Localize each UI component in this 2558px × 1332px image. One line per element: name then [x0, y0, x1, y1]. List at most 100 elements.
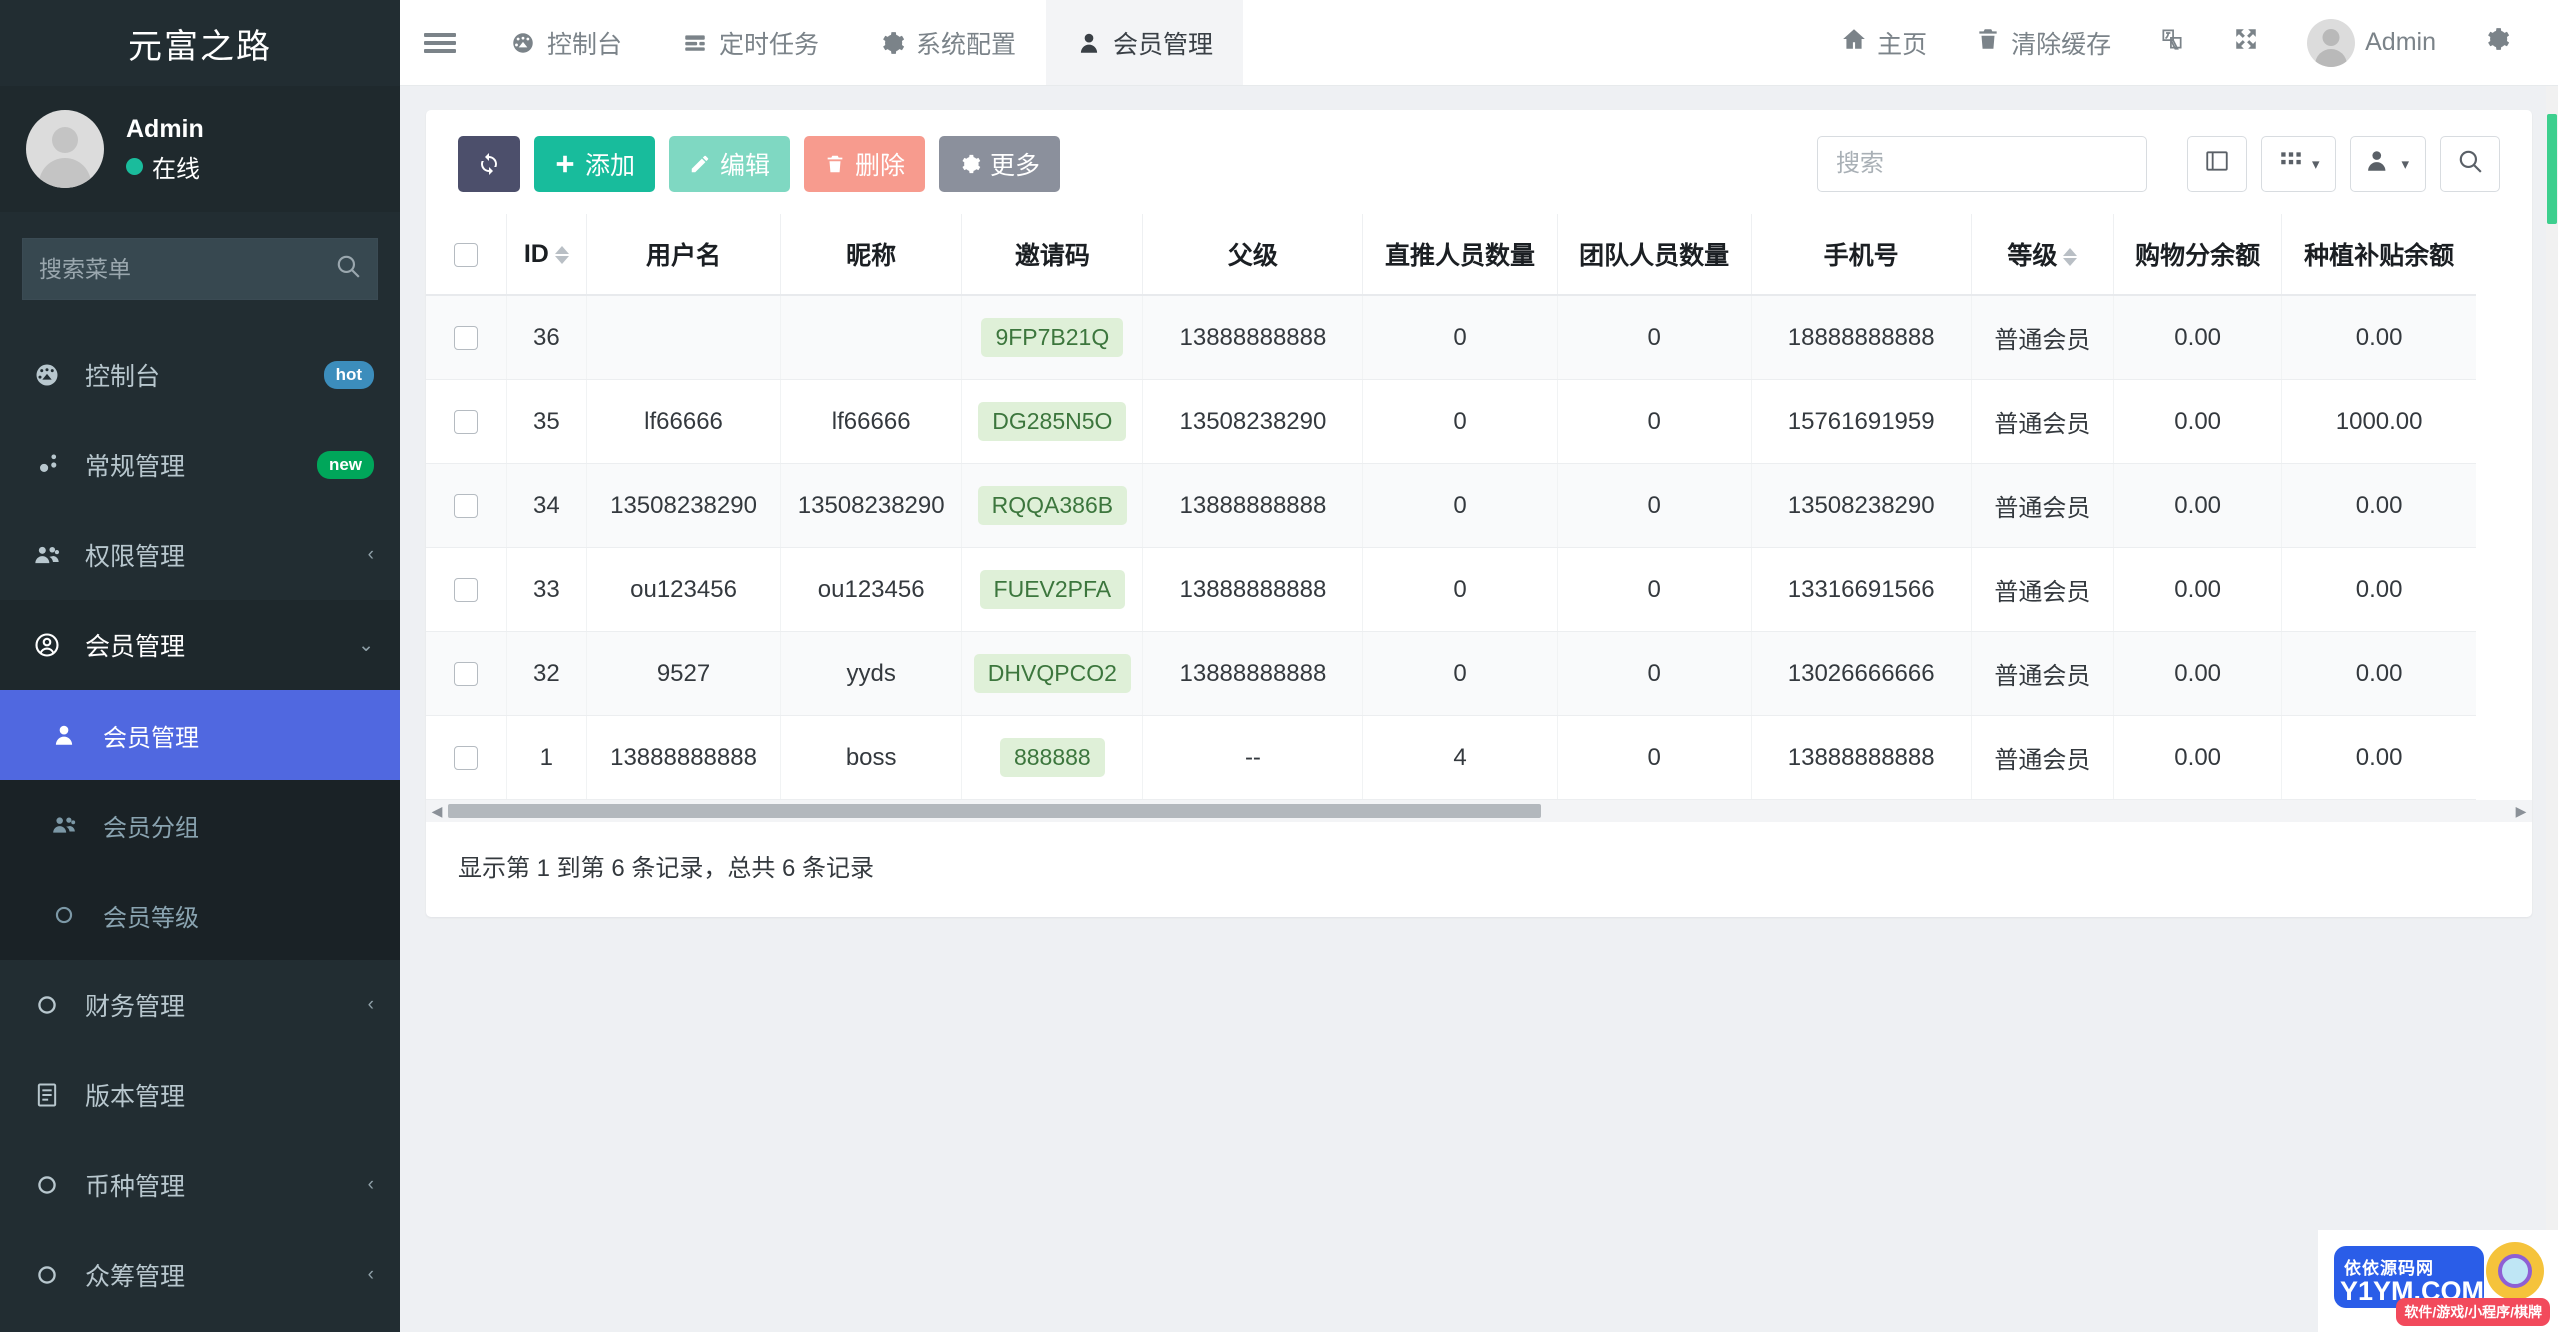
scroll-left-arrow-icon[interactable]: ◀ [426, 803, 448, 820]
row-checkbox-cell [426, 547, 507, 632]
sidebar-item-10[interactable]: 众筹管理 ‹ [0, 1230, 400, 1320]
topbar-tabs: 控制台 定时任务 系统配置 会员管理 [480, 0, 1244, 85]
brand-title: 元富之路 [0, 0, 400, 86]
add-button[interactable]: 添加 [534, 136, 656, 192]
member-table-card: 添加 编辑 删除 更多 搜索 ▾ ▾ ID 用户名 昵称 邀请码 父级 直推人员… [426, 110, 2532, 917]
sidebar-item-3[interactable]: 会员管理 ⌄ [0, 600, 400, 690]
table-row[interactable]: 33 ou123456 ou123456 FUEV2PFA 13888888888 0 0 1… [426, 547, 2476, 632]
dashboard-icon [510, 30, 536, 56]
tab-2[interactable]: 系统配置 [849, 0, 1046, 85]
topbar-action-1[interactable]: 清除缓存 [1953, 0, 2133, 86]
cell-nickname: ou123456 [780, 547, 963, 632]
menu-search[interactable] [22, 238, 378, 300]
table-header-phone: 手机号 [1751, 214, 1972, 296]
table-header-label: 用户名 [646, 242, 722, 270]
sidebar-item-9[interactable]: 币种管理 ‹ [0, 1140, 400, 1230]
scroll-track[interactable] [448, 804, 2510, 818]
topbar-action-0[interactable]: 主页 [1819, 0, 1949, 86]
sidebar-item-2[interactable]: 权限管理 ‹ [0, 510, 400, 600]
table-row[interactable]: 1 13888888888 boss 888888 -- 4 0 13888888888 普通会… [426, 715, 2476, 800]
select-all-checkbox[interactable] [453, 242, 478, 267]
table-row[interactable]: 36 9FP7B21Q 13888888888 0 0 18888888888 普通会员 0.… [426, 295, 2476, 380]
cell-level: 普通会员 [1971, 463, 2115, 548]
topbar-action-2[interactable] [2137, 0, 2207, 86]
sidebar-user-status-label: 在线 [152, 156, 200, 184]
sidebar-arrow-icon: ‹ [367, 994, 374, 1015]
row-checkbox[interactable] [453, 410, 478, 435]
list-icon [2204, 148, 2230, 181]
sidebar-item-11[interactable]: 文章管理 [0, 1320, 400, 1332]
row-checkbox[interactable] [453, 746, 478, 771]
sidebar-user-panel: Admin 在线 [0, 86, 400, 212]
cell-invite: 9FP7B21Q [961, 295, 1144, 380]
row-checkbox[interactable] [453, 662, 478, 687]
sidebar-item-8[interactable]: 版本管理 [0, 1050, 400, 1140]
content-area: 控制台 定时任务 系统配置 会员管理 主页 清除缓存 Admin 添加 编辑 删… [400, 0, 2558, 1332]
cell-direct: 0 [1362, 379, 1558, 464]
add-button-label: 添加 [585, 152, 636, 180]
scroll-right-arrow-icon[interactable]: ▶ [2510, 803, 2532, 820]
row-checkbox[interactable] [453, 578, 478, 603]
cell-plant_balance: 0.00 [2281, 631, 2476, 716]
sidebar-item-0[interactable]: 控制台 hot [0, 330, 400, 420]
sort-icon[interactable] [554, 245, 569, 264]
file-icon [33, 1081, 71, 1109]
export-button[interactable]: ▾ [2350, 136, 2426, 192]
user-icon [51, 722, 89, 748]
table-row[interactable]: 35 lf66666 lf66666 DG285N5O 13508238290 0 0 157… [426, 379, 2476, 464]
cell-invite: FUEV2PFA [961, 547, 1144, 632]
edit-button[interactable]: 编辑 [669, 136, 791, 192]
sidebar-item-label: 会员管理 [103, 724, 199, 752]
tab-0[interactable]: 控制台 [480, 0, 652, 85]
refresh-button[interactable] [458, 136, 520, 192]
sidebar-badge: new [316, 451, 374, 479]
topbar-action-label: Admin [2365, 28, 2436, 56]
table-horizontal-scrollbar[interactable]: ◀ ▶ [426, 800, 2532, 822]
delete-button[interactable]: 删除 [804, 136, 926, 192]
tab-3[interactable]: 会员管理 [1046, 0, 1244, 85]
hamburger-menu-icon[interactable] [400, 0, 480, 85]
menu-search-input[interactable] [39, 255, 335, 283]
search-button[interactable] [2440, 136, 2500, 192]
table-header-level[interactable]: 等级 [1971, 214, 2115, 296]
sidebar-item-5[interactable]: 会员分组 [0, 780, 400, 870]
columns-toggle-button[interactable] [2186, 136, 2247, 192]
sidebar-item-4[interactable]: 会员管理 [0, 690, 400, 780]
sidebar-item-7[interactable]: 财务管理 ‹ [0, 960, 400, 1050]
sidebar-item-label: 财务管理 [85, 993, 186, 1021]
app-root: 元富之路 Admin 在线 控制台hot常规管理new权限管理‹会员管理⌄ 会员管… [0, 0, 2558, 1332]
search-input[interactable] [1816, 136, 2147, 192]
page-scroll-thumb[interactable] [2547, 114, 2557, 224]
cell-shop_balance: 0.00 [2113, 715, 2283, 800]
cell-level: 普通会员 [1971, 631, 2115, 716]
table-header-shop_balance: 购物分余额 [2113, 214, 2283, 296]
grid-view-button[interactable]: ▾ [2260, 136, 2337, 192]
cell-nickname: 13508238290 [780, 463, 963, 548]
sidebar-scrollbar[interactable] [392, 0, 400, 1332]
cell-shop_balance: 0.00 [2113, 631, 2283, 716]
invite-code-chip: RQQA386B [977, 486, 1128, 525]
sidebar-item-1[interactable]: 常规管理 new [0, 420, 400, 510]
table-header-id[interactable]: ID [506, 214, 587, 296]
row-checkbox[interactable] [453, 494, 478, 519]
sidebar-item-6[interactable]: 会员等级 [0, 870, 400, 960]
scroll-thumb[interactable] [448, 804, 1541, 818]
more-button[interactable]: 更多 [939, 136, 1061, 192]
cell-plant_balance: 0.00 [2281, 463, 2476, 548]
cell-invite: RQQA386B [961, 463, 1144, 548]
cell-team: 0 [1557, 631, 1752, 716]
table-row[interactable]: 34 13508238290 13508238290 RQQA386B 13888888… [426, 463, 2476, 548]
page-scrollbar[interactable] [2546, 86, 2558, 1332]
cell-direct: 0 [1362, 547, 1558, 632]
invite-code-chip: DG285N5O [978, 402, 1127, 441]
row-checkbox[interactable] [453, 326, 478, 351]
topbar-action-3[interactable] [2211, 0, 2281, 86]
topbar-action-4[interactable]: Admin [2285, 0, 2458, 86]
trash-icon [1975, 26, 2001, 59]
cell-level: 普通会员 [1971, 547, 2115, 632]
sort-icon[interactable] [2063, 248, 2078, 267]
table-row[interactable]: 32 9527 yyds DHVQPCO2 13888888888 0 0 130266666… [426, 631, 2476, 716]
tab-1[interactable]: 定时任务 [652, 0, 849, 85]
topbar-action-5[interactable] [2462, 0, 2532, 86]
sidebar-menu: 控制台 hot 常规管理 new 权限管理 ‹ 会员管理 ⌄ 会员管理会员分组 会员等级财务管理 ‹… [0, 330, 400, 1332]
